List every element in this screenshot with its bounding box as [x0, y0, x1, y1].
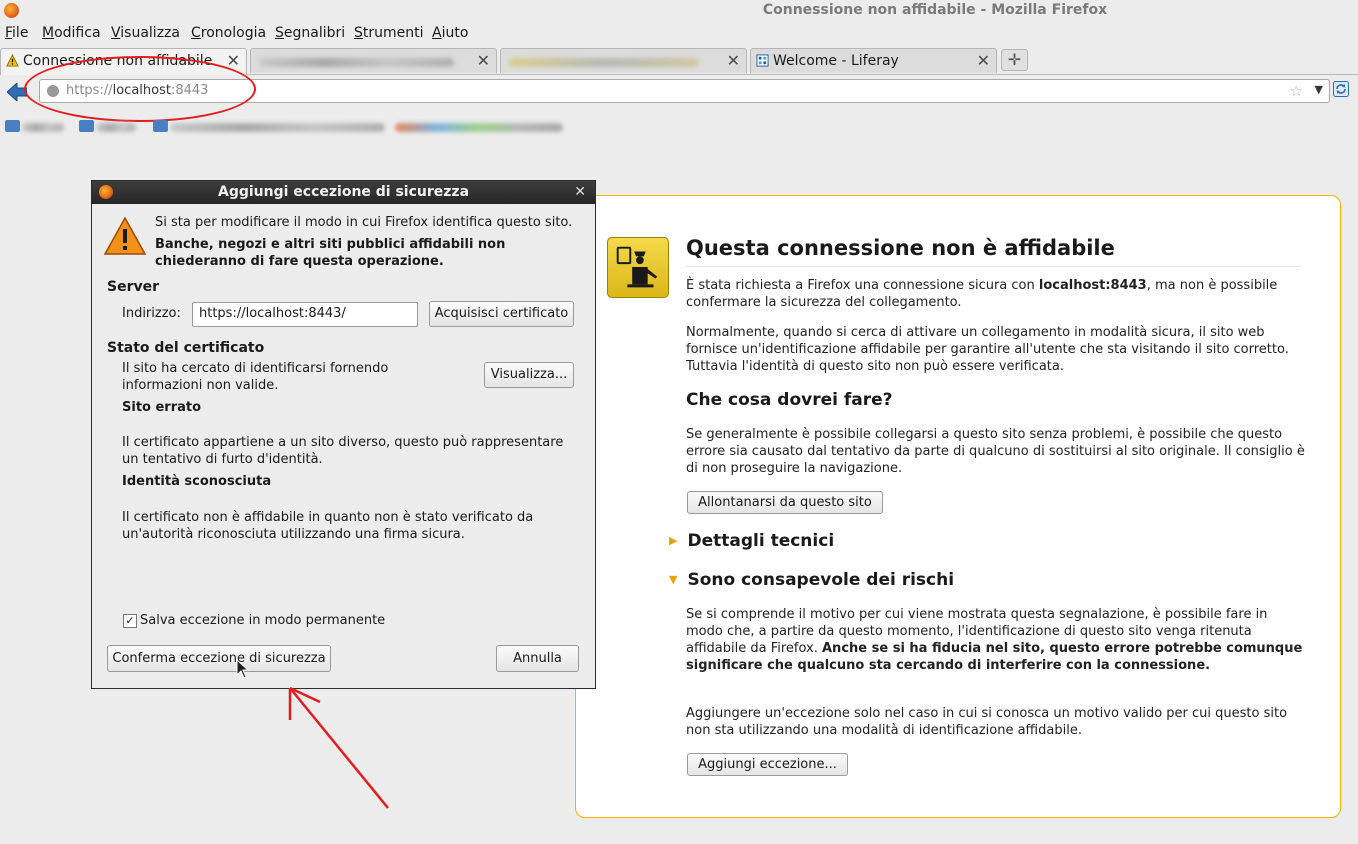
- leave-site-button[interactable]: Allontanarsi da questo sito: [687, 491, 883, 514]
- expand-down-icon: ▼: [669, 573, 678, 586]
- unknown-identity-heading: Identità sconosciuta: [122, 474, 272, 489]
- blurred-tab-title: [259, 58, 454, 67]
- warning-icon: [6, 54, 19, 67]
- url-dropdown-icon[interactable]: ▼: [1315, 83, 1323, 96]
- firefox-logo-icon: [99, 185, 113, 199]
- dialog-titlebar[interactable]: Aggiungi eccezione di sicurezza ✕: [92, 181, 595, 204]
- menu-cronologia[interactable]: Cronologia: [191, 25, 266, 41]
- menu-visualizza[interactable]: Visualizza: [111, 25, 180, 41]
- close-tab-icon[interactable]: ✕: [477, 51, 490, 70]
- server-section-heading: Server: [107, 279, 160, 295]
- blurred-bookmark[interactable]: [170, 123, 385, 132]
- wrong-site-text: Il certificato appartiene a un sito dive…: [122, 435, 564, 467]
- bookmarks-bar: [0, 113, 600, 137]
- dialog-close-icon[interactable]: ✕: [574, 181, 586, 204]
- bookmark-folder-icon[interactable]: [79, 120, 94, 132]
- warning-triangle-icon: [103, 216, 147, 255]
- address-input[interactable]: https://localhost:8443/: [192, 302, 418, 327]
- error-title: Questa connessione non è affidabile: [686, 236, 1301, 267]
- confirm-security-exception-button[interactable]: Conferma eccezione di sicurezza: [107, 645, 331, 672]
- cancel-button[interactable]: Annulla: [496, 645, 579, 672]
- menu-modifica[interactable]: Modifica: [42, 25, 101, 41]
- technical-details-expander[interactable]: ▶ Dettagli tecnici: [669, 531, 834, 551]
- menubar: File Modifica Visualizza Cronologia Segn…: [0, 22, 1358, 46]
- get-certificate-button[interactable]: Acquisisci certificato: [429, 301, 574, 327]
- tab-welcome-liferay[interactable]: Welcome - Liferay ✕: [750, 48, 997, 73]
- risks-text: Se si comprende il motivo per cui viene …: [686, 607, 1303, 673]
- unknown-identity-text: Il certificato non è affidabile in quant…: [122, 510, 534, 542]
- blurred-tab-title: [509, 58, 699, 67]
- error-description: È stata richiesta a Firefox una connessi…: [686, 278, 1278, 310]
- close-tab-icon[interactable]: ✕: [977, 51, 990, 70]
- sheriff-badge-icon: [607, 237, 669, 298]
- what-to-do-text: Se generalmente è possibile collegarsi a…: [686, 427, 1305, 476]
- bookmark-folder-icon[interactable]: [153, 120, 168, 132]
- permanent-exception-label[interactable]: Salva eccezione in modo permanente: [140, 612, 385, 629]
- wrong-site-heading: Sito errato: [122, 400, 202, 415]
- tab-label: Welcome - Liferay: [773, 53, 899, 69]
- understand-risks-expander[interactable]: ▼ Sono consapevole dei rischi: [669, 570, 954, 590]
- dialog-warning: Banche, negozi e altri siti pubblici aff…: [155, 237, 506, 269]
- close-tab-icon[interactable]: ✕: [727, 51, 740, 70]
- dialog-intro: Si sta per modificare il modo in cui Fir…: [155, 215, 573, 230]
- reload-icon[interactable]: [1333, 81, 1349, 97]
- annotation-red-arrow: [288, 686, 389, 809]
- certificate-status-heading: Stato del certificato: [107, 340, 265, 356]
- tab-blurred-1[interactable]: ✕: [250, 48, 497, 73]
- permanent-exception-checkbox[interactable]: ✓: [123, 614, 137, 628]
- window-titlebar: Connessione non affidabile - Mozilla Fir…: [0, 0, 1358, 22]
- blurred-bookmark[interactable]: [96, 123, 136, 132]
- bookmark-folder-icon[interactable]: [5, 120, 20, 132]
- error-explanation: Normalmente, quando si cerca di attivare…: [686, 325, 1289, 374]
- add-exception-button[interactable]: Aggiungi eccezione...: [687, 753, 848, 776]
- window-title: Connessione non affidabile - Mozilla Fir…: [762, 2, 1108, 18]
- what-to-do-heading: Che cosa dovrei fare?: [686, 390, 893, 410]
- menu-strumenti[interactable]: Strumenti: [354, 25, 424, 41]
- menu-segnalibri[interactable]: Segnalibri: [275, 25, 345, 41]
- address-label: Indirizzo:: [122, 306, 181, 321]
- certificate-status-text: Il sito ha cercato di identificarsi forn…: [122, 361, 389, 393]
- menu-aiuto[interactable]: Aiuto: [432, 25, 468, 41]
- view-certificate-button[interactable]: Visualizza...: [484, 362, 574, 388]
- blurred-bookmark[interactable]: [395, 123, 563, 132]
- blurred-bookmark[interactable]: [22, 123, 64, 132]
- add-exception-explanation: Aggiungere un'eccezione solo nel caso in…: [686, 706, 1288, 738]
- expand-right-icon: ▶: [669, 534, 678, 547]
- liferay-favicon-icon: [756, 54, 769, 67]
- add-security-exception-dialog: Aggiungi eccezione di sicurezza ✕ Si sta…: [91, 180, 596, 689]
- dialog-title: Aggiungi eccezione di sicurezza: [217, 184, 470, 200]
- tab-blurred-2[interactable]: ✕: [500, 48, 747, 73]
- menu-file[interactable]: File: [5, 25, 28, 41]
- new-tab-button[interactable]: ✛: [1001, 49, 1028, 71]
- bookmark-star-icon[interactable]: ☆: [1290, 82, 1303, 100]
- mouse-cursor-icon: [236, 659, 250, 679]
